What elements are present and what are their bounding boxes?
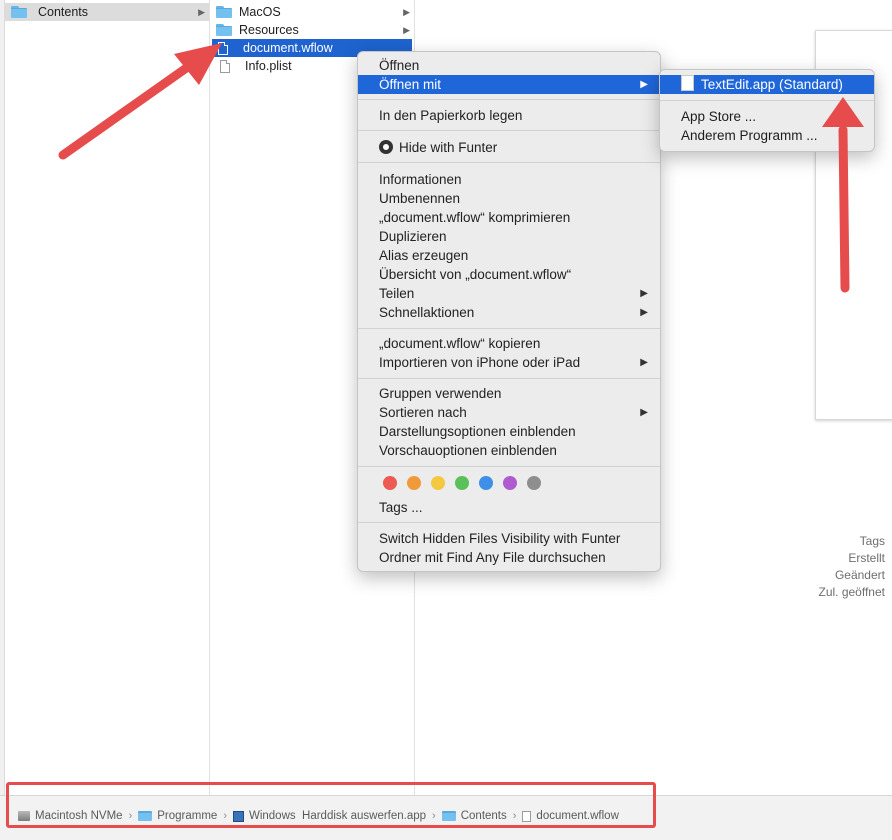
submenu-item-other-app[interactable]: Anderem Programm ... bbox=[660, 126, 874, 145]
menu-item-info[interactable]: Informationen bbox=[358, 170, 660, 189]
annotation-highlight-box bbox=[6, 782, 656, 828]
menu-item-copy[interactable]: „document.wflow“ kopieren bbox=[358, 334, 660, 353]
submenu-arrow-icon: ▶ bbox=[640, 357, 648, 368]
folder-row-macos[interactable]: MacOS ▶ bbox=[210, 3, 414, 21]
folder-label: Contents bbox=[38, 5, 89, 19]
menu-item-quick-actions[interactable]: Schnellaktionen ▶ bbox=[358, 303, 660, 322]
menu-item-label: Hide with Funter bbox=[399, 140, 498, 155]
folder-icon bbox=[11, 6, 27, 18]
menu-item-switch-hidden-files[interactable]: Switch Hidden Files Visibility with Funt… bbox=[358, 529, 660, 548]
document-icon bbox=[218, 41, 228, 55]
menu-item-open[interactable]: Öffnen bbox=[358, 56, 660, 75]
submenu-item-textedit[interactable]: TextEdit.app (Standard) bbox=[660, 75, 874, 94]
menu-item-label: Importieren von iPhone oder iPad bbox=[379, 355, 581, 370]
tag-color-row bbox=[383, 476, 551, 490]
menu-item-tags[interactable]: Tags ... bbox=[358, 498, 660, 517]
menu-separator bbox=[358, 466, 660, 467]
meta-modified-label: Geändert bbox=[834, 568, 885, 582]
tag-red-dot[interactable] bbox=[383, 476, 397, 490]
submenu-arrow-icon: ▶ bbox=[640, 288, 648, 299]
menu-separator bbox=[358, 522, 660, 523]
document-icon bbox=[220, 59, 230, 73]
tag-green-dot[interactable] bbox=[455, 476, 469, 490]
menu-item-make-alias[interactable]: Alias erzeugen bbox=[358, 246, 660, 265]
context-menu: Öffnen Öffnen mit ▶ In den Papierkorb le… bbox=[357, 51, 661, 572]
submenu-arrow-icon: ▶ bbox=[640, 79, 648, 90]
menu-item-label: Öffnen mit bbox=[379, 77, 442, 92]
chevron-right-icon: ▶ bbox=[198, 7, 205, 17]
meta-created-label: Erstellt bbox=[848, 551, 885, 565]
tag-purple-dot[interactable] bbox=[503, 476, 517, 490]
menu-item-quick-look[interactable]: Übersicht von „document.wflow“ bbox=[358, 265, 660, 284]
open-with-submenu: TextEdit.app (Standard) App Store ... An… bbox=[659, 69, 875, 152]
menu-separator bbox=[358, 99, 660, 100]
file-label: document.wflow bbox=[243, 41, 333, 55]
menu-item-import-from-iphone[interactable]: Importieren von iPhone oder iPad ▶ bbox=[358, 353, 660, 372]
menu-item-label: Sortieren nach bbox=[379, 405, 467, 420]
folder-icon bbox=[216, 6, 232, 18]
menu-item-share[interactable]: Teilen ▶ bbox=[358, 284, 660, 303]
preview-metadata: Tags Erstellt Geändert Zul. geöffnet bbox=[819, 533, 886, 601]
finder-column-1[interactable]: Contents ▶ bbox=[5, 0, 210, 796]
menu-item-rename[interactable]: Umbenennen bbox=[358, 189, 660, 208]
menu-item-open-with[interactable]: Öffnen mit ▶ bbox=[358, 75, 660, 94]
folder-row-resources[interactable]: Resources ▶ bbox=[210, 21, 414, 39]
tag-gray-dot[interactable] bbox=[527, 476, 541, 490]
submenu-item-label: TextEdit.app (Standard) bbox=[701, 77, 843, 92]
tag-blue-dot[interactable] bbox=[479, 476, 493, 490]
menu-separator bbox=[358, 162, 660, 163]
textedit-app-icon bbox=[681, 75, 694, 91]
submenu-arrow-icon: ▶ bbox=[640, 407, 648, 418]
menu-item-find-any-file[interactable]: Ordner mit Find Any File durchsuchen bbox=[358, 548, 660, 567]
menu-item-label: Teilen bbox=[379, 286, 415, 301]
menu-separator bbox=[660, 100, 874, 101]
folder-label: MacOS bbox=[239, 5, 281, 19]
menu-item-sort-by[interactable]: Sortieren nach ▶ bbox=[358, 403, 660, 422]
meta-last-opened-label: Zul. geöffnet bbox=[818, 585, 886, 599]
menu-item-label: Schnellaktionen bbox=[379, 305, 475, 320]
eye-icon bbox=[379, 140, 393, 154]
menu-separator bbox=[358, 378, 660, 379]
chevron-right-icon: ▶ bbox=[403, 25, 410, 35]
submenu-arrow-icon: ▶ bbox=[640, 307, 648, 318]
menu-item-duplicate[interactable]: Duplizieren bbox=[358, 227, 660, 246]
meta-tags-label: Tags bbox=[859, 534, 885, 548]
submenu-item-app-store[interactable]: App Store ... bbox=[660, 107, 874, 126]
chevron-right-icon: ▶ bbox=[403, 7, 410, 17]
menu-item-trash[interactable]: In den Papierkorb legen bbox=[358, 106, 660, 125]
tag-orange-dot[interactable] bbox=[407, 476, 421, 490]
menu-item-compress[interactable]: „document.wflow“ komprimieren bbox=[358, 208, 660, 227]
folder-label: Resources bbox=[239, 23, 299, 37]
folder-icon bbox=[216, 24, 232, 36]
folder-row-contents[interactable]: Contents ▶ bbox=[5, 3, 209, 21]
menu-item-show-preview-options[interactable]: Vorschauoptionen einblenden bbox=[358, 441, 660, 460]
menu-item-use-groups[interactable]: Gruppen verwenden bbox=[358, 384, 660, 403]
file-label: Info.plist bbox=[245, 59, 292, 73]
menu-separator bbox=[358, 328, 660, 329]
menu-item-hide-with-funter[interactable]: Hide with Funter bbox=[358, 138, 660, 157]
menu-item-show-view-options[interactable]: Darstellungsoptionen einblenden bbox=[358, 422, 660, 441]
tag-yellow-dot[interactable] bbox=[431, 476, 445, 490]
menu-separator bbox=[358, 130, 660, 131]
